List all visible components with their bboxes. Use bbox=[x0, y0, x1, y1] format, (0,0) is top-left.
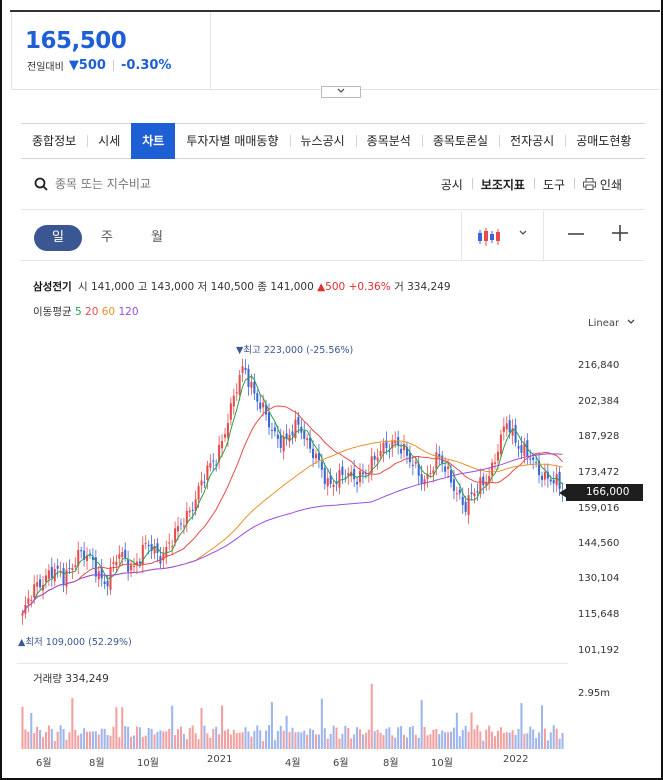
page-frame bbox=[0, 0, 663, 780]
